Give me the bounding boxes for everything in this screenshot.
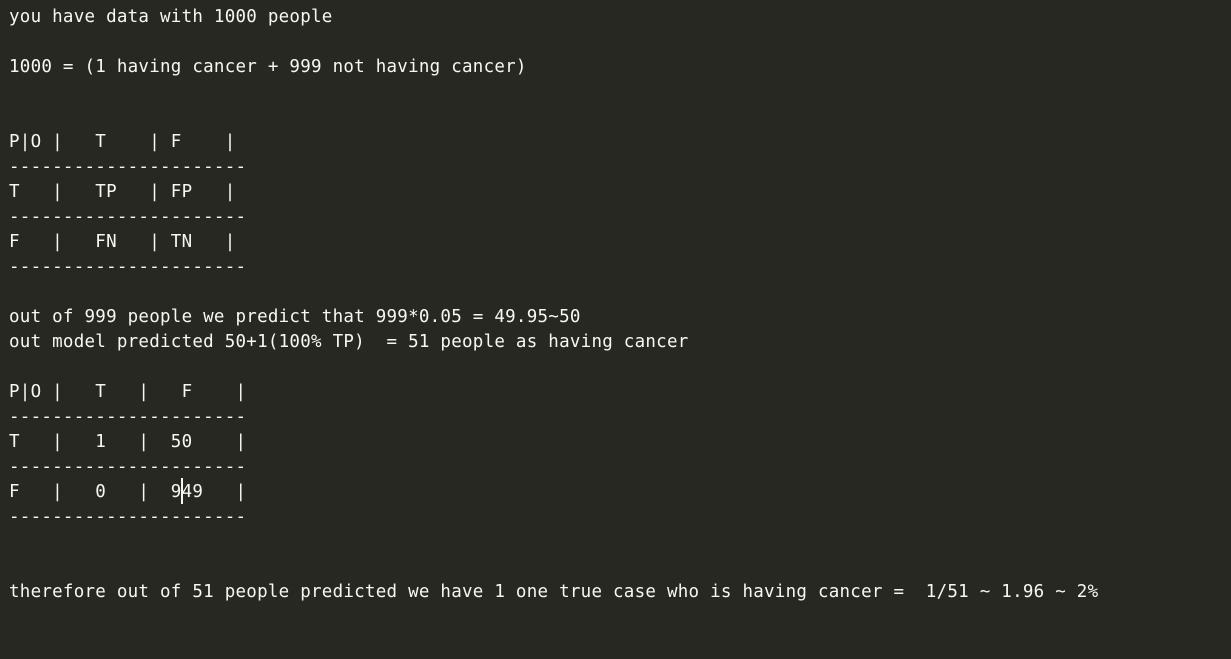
editor-line-24: therefore out of 51 people predicted we … <box>9 582 1099 602</box>
editor-line-6: P|O | T | F | <box>9 132 236 152</box>
editor-line-17: ---------------------- <box>9 407 247 427</box>
editor-line-7: ---------------------- <box>9 157 247 177</box>
text-editor[interactable]: you have data with 1000 people 1000 = (1… <box>0 0 1231 659</box>
editor-line-18: T | 1 | 50 | <box>9 432 247 452</box>
editor-line-21: ---------------------- <box>9 507 247 527</box>
editor-line-3: 1000 = (1 having cancer + 999 not having… <box>9 57 527 77</box>
editor-line-16: P|O | T | F | <box>9 382 247 402</box>
editor-line-8: T | TP | FP | <box>9 182 236 202</box>
editor-line-10: F | FN | TN | <box>9 232 236 252</box>
editor-line-9: ---------------------- <box>9 207 247 227</box>
editor-line-13: out of 999 people we predict that 999*0.… <box>9 307 581 327</box>
editor-line-14: out model predicted 50+1(100% TP) = 51 p… <box>9 332 689 352</box>
text-cursor <box>181 478 183 504</box>
editor-line-1: you have data with 1000 people <box>9 7 333 27</box>
editor-line-20: F | 0 | 949 | <box>9 482 247 502</box>
editor-line-19: ---------------------- <box>9 457 247 477</box>
editor-line-11: ---------------------- <box>9 257 247 277</box>
